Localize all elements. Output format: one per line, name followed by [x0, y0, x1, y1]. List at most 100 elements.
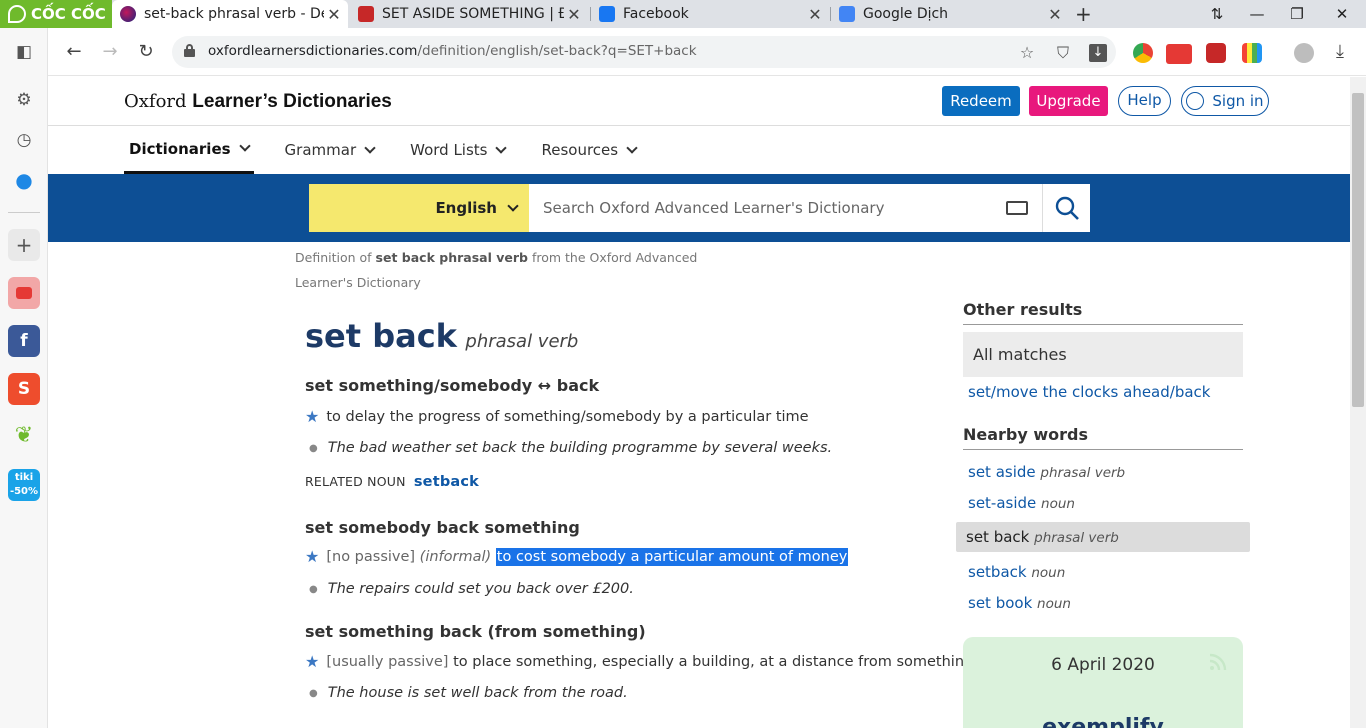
bullet-icon: ●: [309, 442, 318, 454]
nearby-word-link[interactable]: set aside phrasal verb: [968, 463, 1125, 481]
star-icon: ★: [305, 547, 320, 566]
word-of-the-day-card[interactable]: 6 April 2020 exemplify: [963, 637, 1243, 728]
reload-icon[interactable]: ↻: [134, 40, 158, 64]
tab-title: SET ASIDE SOMETHING | Định nghĩa: [382, 6, 564, 22]
search-box: English: [309, 184, 1090, 232]
coccoc-menu-button[interactable]: CỐC CỐC: [0, 0, 112, 28]
nav-dictionaries[interactable]: Dictionaries: [124, 126, 254, 174]
nav-grammar[interactable]: Grammar: [280, 126, 380, 174]
related-noun: RELATED NOUN setback: [305, 474, 480, 490]
coccoc-app-icon[interactable]: ❦: [8, 420, 40, 452]
sidebar-toggle-icon[interactable]: ◧: [8, 36, 40, 68]
tab-set-aside[interactable]: SET ASIDE SOMETHING | Định nghĩa ✕: [350, 0, 588, 28]
restore-icon[interactable]: ❐: [1277, 0, 1317, 28]
add-app-icon[interactable]: +: [8, 229, 40, 261]
related-noun-link[interactable]: setback: [414, 474, 479, 490]
close-tab-icon[interactable]: ✕: [805, 5, 825, 24]
upgrade-button[interactable]: Upgrade: [1029, 86, 1108, 116]
search-band: English: [48, 174, 1350, 242]
red-extension-icon[interactable]: [1206, 43, 1226, 63]
back-arrow-icon[interactable]: ←: [62, 40, 86, 64]
headword: set back: [305, 317, 457, 355]
chevron-down-icon: [364, 141, 376, 154]
chevron-down-icon: [626, 141, 638, 154]
settings-gear-icon[interactable]: ⚙: [8, 84, 40, 116]
star-icon: ★: [305, 407, 320, 426]
part-of-speech: phrasal verb: [465, 331, 579, 352]
browser-brand: CỐC CỐC: [31, 5, 106, 23]
example: ● The house is set well back from the roa…: [309, 685, 628, 701]
lock-icon[interactable]: [184, 44, 195, 57]
shield-icon[interactable]: ⛉: [1054, 44, 1072, 62]
sign-in-label: Sign in: [1212, 91, 1264, 110]
messenger-icon[interactable]: ●: [8, 164, 40, 196]
download-page-icon[interactable]: ↓: [1089, 44, 1107, 62]
minimize-icon[interactable]: —: [1237, 0, 1277, 28]
tab-title: set-back phrasal verb - Definition: [144, 6, 324, 22]
keyboard-icon[interactable]: [992, 184, 1042, 232]
wotd-date: 6 April 2020: [1051, 655, 1155, 675]
sign-in-button[interactable]: Sign in: [1181, 86, 1269, 116]
tab-google-translate[interactable]: Google Dịch ✕: [831, 0, 1069, 28]
bookmark-star-icon[interactable]: ☆: [1018, 44, 1036, 62]
entry-header: set back phrasal verb: [305, 317, 925, 355]
page-scrollbar[interactable]: [1350, 77, 1366, 728]
close-window-icon[interactable]: ✕: [1322, 0, 1362, 28]
search-button[interactable]: [1042, 184, 1090, 232]
browser-sidebar: ◧ ⚙ ◷ ● + f S ❦ tiki -50%: [0, 28, 48, 728]
new-tab-icon[interactable]: +: [1075, 2, 1092, 26]
help-button[interactable]: Help: [1118, 86, 1171, 116]
definition: ★ [no passive] (informal) to cost somebo…: [305, 547, 849, 566]
nav-resources[interactable]: Resources: [536, 126, 641, 174]
selected-text: to cost somebody a particular amount of …: [495, 547, 849, 566]
sense-heading: set somebody back something: [305, 518, 580, 537]
youtube-icon[interactable]: [8, 277, 40, 309]
downloads-icon[interactable]: ⤓: [1328, 40, 1352, 64]
close-tab-icon[interactable]: ✕: [564, 5, 584, 24]
chevron-down-icon: [238, 140, 251, 152]
tiki-icon[interactable]: tiki -50%: [8, 469, 40, 501]
nav-word-lists[interactable]: Word Lists: [405, 126, 510, 174]
oxford-logo[interactable]: Oxford Learner’s Dictionaries: [124, 91, 392, 113]
facebook-favicon-icon: [599, 6, 615, 22]
facebook-icon[interactable]: f: [8, 325, 40, 357]
coccoc-logo-icon: [8, 5, 26, 23]
nearby-word-link[interactable]: setback noun: [968, 563, 1065, 581]
tab-search-icon[interactable]: ⇅: [1197, 0, 1237, 28]
close-tab-icon[interactable]: ✕: [324, 5, 344, 24]
rss-icon[interactable]: [1209, 653, 1227, 671]
example: ● The bad weather set back the building p…: [309, 440, 833, 456]
nearby-words-heading: Nearby words: [963, 425, 1243, 450]
all-matches-button[interactable]: All matches: [963, 332, 1243, 377]
bullet-icon: ●: [309, 583, 318, 595]
definition: ★ to delay the progress of something/som…: [305, 407, 809, 426]
wotd-word[interactable]: exemplify: [963, 715, 1243, 728]
other-results-heading: Other results: [963, 300, 1243, 325]
history-icon[interactable]: ◷: [8, 124, 40, 156]
tab-title: Facebook: [623, 6, 689, 22]
scrollbar-thumb[interactable]: [1352, 93, 1364, 407]
sense-heading: set something/somebody ↔ back: [305, 376, 600, 395]
bullet-icon: ●: [309, 687, 318, 699]
user-icon: [1186, 92, 1205, 110]
search-input[interactable]: [529, 184, 992, 232]
chrome-extension-icon[interactable]: [1133, 43, 1153, 63]
color-extension-icon[interactable]: [1242, 43, 1262, 63]
address-bar[interactable]: oxfordlearnersdictionaries.com/definitio…: [172, 36, 1116, 68]
language-select[interactable]: English: [309, 184, 529, 232]
tab-facebook[interactable]: Facebook ✕: [591, 0, 829, 28]
cambridge-favicon-icon: [358, 6, 374, 22]
new-extension-icon[interactable]: [1166, 44, 1192, 64]
other-result-link[interactable]: set/move the clocks ahead/back: [968, 383, 1210, 401]
nearby-word-link[interactable]: set-aside noun: [968, 494, 1075, 512]
sidebar-divider: [8, 212, 40, 213]
redeem-button[interactable]: Redeem: [942, 86, 1020, 116]
shopee-icon[interactable]: S: [8, 373, 40, 405]
page-content: Oxford Learner’s Dictionaries Redeem Upg…: [48, 77, 1350, 728]
forward-arrow-icon[interactable]: →: [98, 40, 122, 64]
profile-avatar[interactable]: [1294, 43, 1314, 63]
nearby-word-link[interactable]: set book noun: [968, 594, 1071, 612]
tab-set-back[interactable]: set-back phrasal verb - Definition ✕: [112, 0, 348, 28]
close-tab-icon[interactable]: ✕: [1045, 5, 1065, 24]
url-text: oxfordlearnersdictionaries.com/definitio…: [208, 43, 697, 59]
